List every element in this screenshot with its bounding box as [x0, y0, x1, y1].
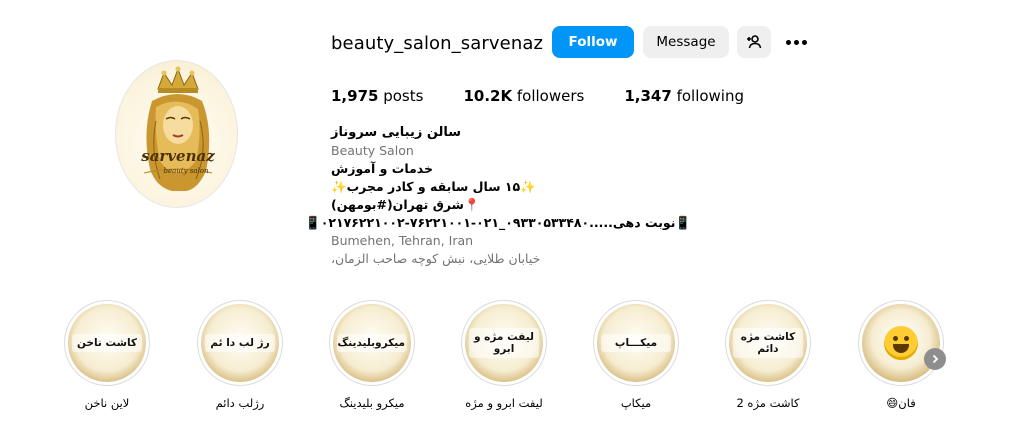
dot	[801, 39, 807, 45]
posts-label: posts	[383, 87, 424, 105]
bio-location[interactable]: Bumehen, Tehran, Iran	[331, 232, 691, 250]
following-label: following	[676, 87, 744, 105]
bio-line-1: خدمات و آموزش	[331, 161, 434, 176]
dot	[785, 39, 791, 45]
highlight-cover[interactable]: کاشت ناخن	[64, 300, 150, 386]
highlight-label: میکرو بلیدینگ	[339, 396, 405, 410]
highlight-item[interactable]: کاشت ناخن لاین ناخن	[62, 300, 152, 410]
profile-bio: سالن زیبایی سروناز Beauty Salon خدمات و …	[305, 124, 691, 268]
more-options-icon[interactable]	[783, 31, 809, 53]
highlight-cover-text: لیفت مژه و ابرو	[469, 328, 539, 358]
suggest-accounts-button[interactable]	[737, 26, 771, 58]
message-button[interactable]: Message	[643, 26, 729, 58]
dot	[793, 39, 799, 45]
highlight-label: کاشت مژه 2	[736, 396, 800, 410]
highlight-label: لاین ناخن	[84, 396, 130, 410]
followers-count: 10.2K	[463, 87, 513, 105]
following-link[interactable]: 1,347 following	[624, 87, 744, 105]
avatar-brand-text: sarvenaz	[141, 147, 215, 165]
highlight-cover-text: میکروبلیدینگ	[337, 334, 407, 352]
highlight-cover[interactable]: لیفت مژه و ابرو	[461, 300, 547, 386]
laughing-emoji-icon	[884, 326, 918, 360]
highlight-cover[interactable]: رژ لب دا ئم	[197, 300, 283, 386]
highlight-item[interactable]: میکـــاپ میکاپ	[591, 300, 681, 410]
story-highlights: کاشت ناخن لاین ناخن رژ لب دا ئم رژلب دائ…	[62, 300, 944, 425]
profile-avatar-wrapper[interactable]: sarvenaz beauty salon	[115, 60, 238, 208]
highlight-cover-text: کاشت ناخن	[72, 334, 142, 352]
bio-category: Beauty Salon	[331, 143, 414, 158]
highlight-label: فان😄	[886, 396, 916, 410]
highlight-item[interactable]: میکروبلیدینگ میکرو بلیدینگ	[327, 300, 417, 410]
highlight-label: لیفت ابرو و مژه	[465, 396, 543, 410]
highlight-cover[interactable]: میکروبلیدینگ	[329, 300, 415, 386]
profile-username: beauty_salon_sarvenaz	[331, 33, 544, 54]
bio-line-3[interactable]: 📍شرق تهران(#بومهن)	[331, 196, 691, 214]
chevron-right-icon	[932, 354, 939, 364]
avatar-brand-subtext: beauty salon	[163, 167, 209, 175]
bio-name: سالن زیبایی سروناز	[331, 125, 462, 140]
avatar[interactable]: sarvenaz beauty salon	[115, 60, 238, 208]
highlight-cover-text: میکـــاپ	[601, 334, 671, 352]
highlight-label: میکاپ	[620, 396, 652, 410]
posts-count: 1,975	[331, 87, 379, 105]
highlight-cover[interactable]: میکـــاپ	[593, 300, 679, 386]
profile-stats: 1,975 posts 10.2K followers 1,347 follow…	[331, 87, 784, 105]
highlight-cover[interactable]	[858, 300, 944, 386]
followers-label: followers	[516, 87, 585, 105]
follow-button[interactable]: Follow	[552, 26, 634, 58]
highlight-cover[interactable]: کاشت مژه دائم	[725, 300, 811, 386]
posts-stat: 1,975 posts	[331, 87, 423, 105]
highlight-label: رژلب دائم	[215, 396, 265, 410]
highlight-cover-text: رژ لب دا ئم	[205, 334, 275, 352]
highlight-cover-text: کاشت مژه دائم	[733, 328, 803, 358]
add-person-icon	[747, 35, 762, 49]
bio-line-4: 📱نوبت دهی.....۰۹۳۳۰۵۳۳۴۸۰_۰۲۱-۷۶۲۲۱۰۰۱-۰…	[305, 215, 691, 230]
bio-address: خیابان طلایی، نبش کوچه صاحب الزمان،	[331, 251, 541, 266]
avatar-logo-icon: sarvenaz beauty salon	[141, 66, 215, 191]
following-count: 1,347	[624, 87, 672, 105]
highlights-next-button[interactable]	[924, 348, 946, 370]
highlight-item[interactable]: رژ لب دا ئم رژلب دائم	[195, 300, 285, 410]
followers-link[interactable]: 10.2K followers	[463, 87, 584, 105]
highlight-item[interactable]: کاشت مژه دائم کاشت مژه 2	[723, 300, 813, 410]
highlight-item[interactable]: لیفت مژه و ابرو لیفت ابرو و مژه	[459, 300, 549, 410]
bio-line-2: ✨۱۵ سال سابقه و کادر مجرب✨	[331, 179, 536, 194]
bio-location-city: Bumehen, Tehran, Iran	[331, 233, 474, 248]
